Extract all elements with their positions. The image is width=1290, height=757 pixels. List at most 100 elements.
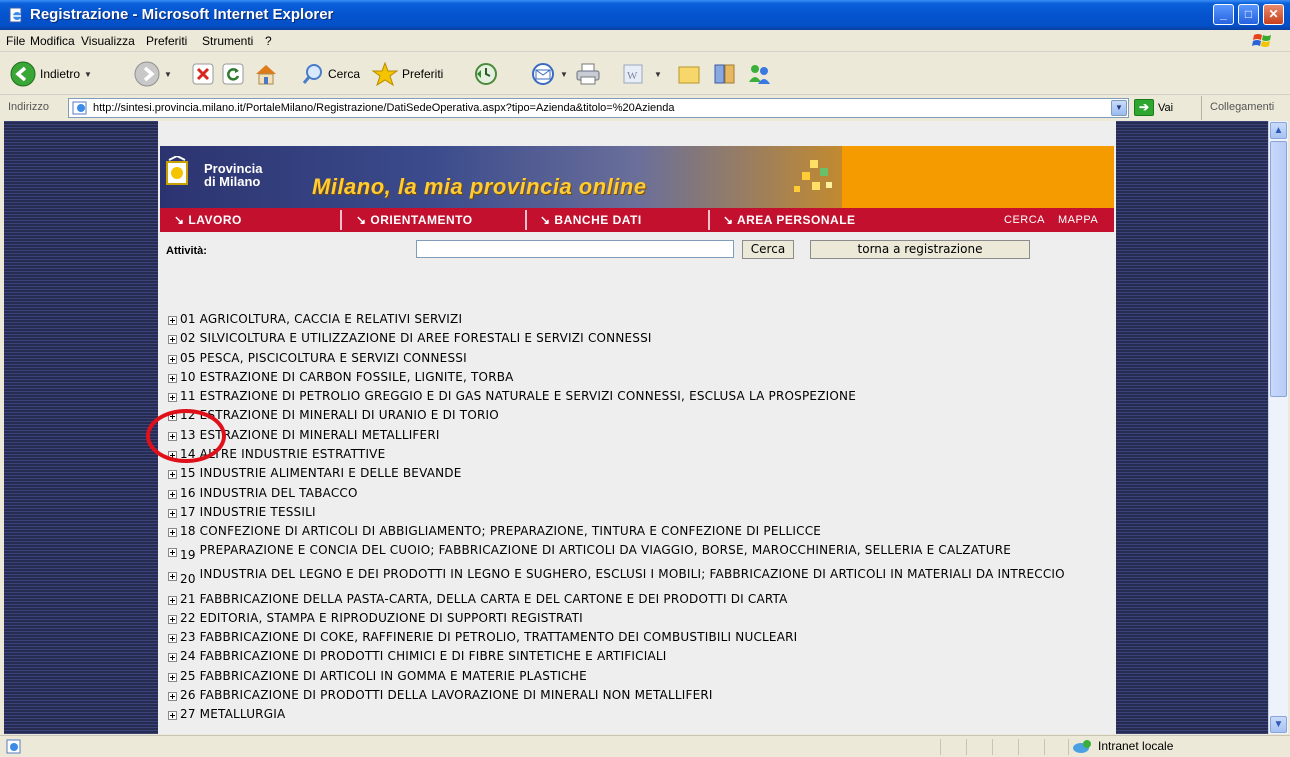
expand-plus-icon[interactable] [168, 316, 177, 325]
search-button[interactable]: Cerca [302, 59, 360, 89]
expand-plus-icon[interactable] [168, 634, 177, 644]
scroll-up-icon[interactable]: ▲ [1270, 122, 1287, 139]
discuss-button[interactable] [677, 59, 701, 89]
minimize-button[interactable]: _ [1213, 4, 1234, 25]
activity-row[interactable]: 16 INDUSTRIA DEL TABACCO [168, 487, 1108, 506]
back-button[interactable]: Indietro ▼ [10, 59, 92, 89]
nav-cerca[interactable]: CERCA [1004, 214, 1045, 226]
expand-plus-icon[interactable] [168, 692, 177, 702]
nav-divider [340, 210, 342, 230]
research-button[interactable] [712, 59, 738, 89]
address-label: Indirizzo [8, 101, 49, 113]
expand-plus-icon[interactable] [168, 653, 177, 663]
activity-row[interactable]: 14 ALTRE INDUSTRIE ESTRATTIVE [168, 448, 1108, 467]
nav-lavoro-label: LAVORO [188, 213, 242, 227]
scroll-down-icon[interactable]: ▼ [1270, 716, 1287, 733]
expand-plus-icon[interactable] [168, 354, 177, 364]
search-submit-button[interactable]: Cerca [742, 240, 794, 259]
expand-plus-icon[interactable] [168, 595, 177, 605]
expand-plus-icon[interactable] [168, 393, 177, 403]
edit-button[interactable]: W ▼ [622, 59, 662, 89]
expand-plus-icon[interactable] [168, 508, 177, 518]
activity-search-input[interactable] [416, 240, 734, 258]
maximize-button[interactable]: □ [1238, 4, 1259, 25]
highlight-circle-annotation [146, 409, 226, 463]
nav-orientamento-label: ORIENTAMENTO [370, 213, 473, 227]
nav-mappa[interactable]: MAPPA [1058, 214, 1098, 226]
activity-row[interactable]: 24 FABBRICAZIONE DI PRODOTTI CHIMICI E DI… [168, 650, 1108, 669]
activity-row[interactable]: 15 INDUSTRIE ALIMENTARI E DELLE BEVANDE [168, 467, 1108, 486]
mail-button[interactable]: ▼ [530, 59, 568, 89]
nav-banche-dati[interactable]: ↘ BANCHE DATI [540, 213, 642, 227]
activity-row[interactable]: 18 CONFEZIONE DI ARTICOLI DI ABBIGLIAMENT… [168, 525, 1108, 544]
scroll-thumb[interactable] [1270, 141, 1287, 397]
activity-row[interactable]: 22 EDITORIA, STAMPA E RIPRODUZIONE DI SUP… [168, 612, 1108, 631]
refresh-button[interactable] [222, 59, 244, 89]
print-button[interactable] [575, 59, 601, 89]
activity-row[interactable]: 12 ESTRAZIONE DI MINERALI DI URANIO E DI … [168, 409, 1108, 428]
activity-row[interactable]: 19 PREPARAZIONE E CONCIA DEL CUOIO; FABBR… [168, 544, 1108, 569]
activity-label: FABBRICAZIONE DELLA PASTA-CARTA, DELLA C… [199, 591, 788, 606]
activity-row[interactable]: 27 METALLURGIA [168, 708, 1108, 727]
expand-plus-icon[interactable] [168, 547, 177, 557]
nav-area-personale[interactable]: ↘ AREA PERSONALE [723, 213, 856, 227]
activity-row[interactable]: 11 ESTRAZIONE DI PETROLIO GREGGIO E DI GA… [168, 390, 1108, 409]
links-button[interactable]: Collegamenti [1201, 96, 1274, 120]
menu-visualizza[interactable]: Visualizza [81, 34, 135, 48]
activity-row[interactable]: 20 INDUSTRIA DEL LEGNO E DEI PRODOTTI IN … [168, 568, 1108, 593]
activity-row[interactable]: 21 FABBRICAZIONE DELLA PASTA-CARTA, DELLA… [168, 593, 1108, 612]
back-to-registration-button[interactable]: torna a registrazione [810, 240, 1030, 259]
stop-button[interactable] [192, 59, 214, 89]
expand-plus-icon[interactable] [168, 672, 177, 682]
activity-label: SILVICOLTURA E UTILIZZAZIONE DI AREE FOR… [199, 331, 652, 346]
vertical-scrollbar[interactable]: ▲ ▼ [1268, 121, 1288, 734]
chevron-down-icon[interactable]: ▼ [654, 70, 662, 79]
nav-orientamento[interactable]: ↘ ORIENTAMENTO [356, 213, 473, 227]
expand-plus-icon[interactable] [168, 614, 177, 624]
expand-plus-icon[interactable] [168, 335, 177, 345]
forward-button[interactable]: ▼ [134, 59, 172, 89]
expand-plus-icon[interactable] [168, 489, 177, 499]
history-button[interactable] [474, 59, 498, 89]
activity-row[interactable]: 17 INDUSTRIE TESSILI [168, 506, 1108, 525]
menu-preferiti[interactable]: Preferiti [146, 34, 187, 48]
close-button[interactable]: ✕ [1263, 4, 1284, 25]
favorites-button[interactable]: Preferiti [372, 59, 443, 89]
expand-plus-icon[interactable] [168, 470, 177, 480]
home-button[interactable] [254, 59, 278, 89]
activity-row[interactable]: 26 FABBRICAZIONE DI PRODOTTI DELLA LAVORA… [168, 689, 1108, 708]
activity-row[interactable]: 05 PESCA, PISCICOLTURA E SERVIZI CONNESSI [168, 352, 1108, 371]
go-button[interactable]: ➔ Vai [1134, 99, 1173, 116]
activity-code: 23 [180, 630, 196, 645]
menu-file[interactable]: File [6, 34, 25, 48]
expand-plus-icon[interactable] [168, 571, 177, 581]
menu-modifica[interactable]: Modifica [30, 34, 75, 48]
activity-row[interactable]: 25 FABBRICAZIONE DI ARTICOLI IN GOMMA E M… [168, 670, 1108, 689]
activity-row[interactable]: 02 SILVICOLTURA E UTILIZZAZIONE DI AREE F… [168, 332, 1108, 351]
expand-plus-icon[interactable] [168, 528, 177, 538]
menu-help[interactable]: ? [265, 34, 272, 48]
ie-page-icon [9, 7, 22, 23]
expand-plus-icon[interactable] [168, 711, 177, 721]
status-divider [1068, 739, 1069, 755]
activity-code: 05 [180, 350, 196, 365]
nav-banche-dati-label: BANCHE DATI [554, 213, 642, 227]
activity-row[interactable]: 23 FABBRICAZIONE DI COKE, RAFFINERIE DI P… [168, 631, 1108, 650]
title-bar: Registrazione - Microsoft Internet Explo… [0, 0, 1290, 30]
address-input[interactable]: http://sintesi.provincia.milano.it/Porta… [68, 98, 1129, 118]
chevron-down-icon[interactable]: ▼ [164, 70, 172, 79]
activity-code: 02 [180, 331, 196, 346]
chevron-down-icon[interactable]: ▼ [560, 70, 568, 79]
address-dropdown-icon[interactable]: ▼ [1111, 100, 1127, 116]
activity-row[interactable]: 01 AGRICOLTURA, CACCIA E RELATIVI SERVIZI [168, 313, 1108, 332]
activity-label: ESTRAZIONE DI PETROLIO GREGGIO E DI GAS … [199, 389, 856, 404]
nav-lavoro[interactable]: ↘ LAVORO [174, 213, 242, 227]
status-divider [1018, 739, 1019, 755]
activity-row[interactable]: 13 ESTRAZIONE DI MINERALI METALLIFERI [168, 429, 1108, 448]
search-label: Cerca [328, 67, 361, 81]
messenger-button[interactable] [746, 59, 772, 89]
chevron-down-icon[interactable]: ▼ [84, 70, 92, 79]
expand-plus-icon[interactable] [168, 373, 177, 383]
activity-row[interactable]: 10 ESTRAZIONE DI CARBON FOSSILE, LIGNITE,… [168, 371, 1108, 390]
menu-strumenti[interactable]: Strumenti [202, 34, 253, 48]
